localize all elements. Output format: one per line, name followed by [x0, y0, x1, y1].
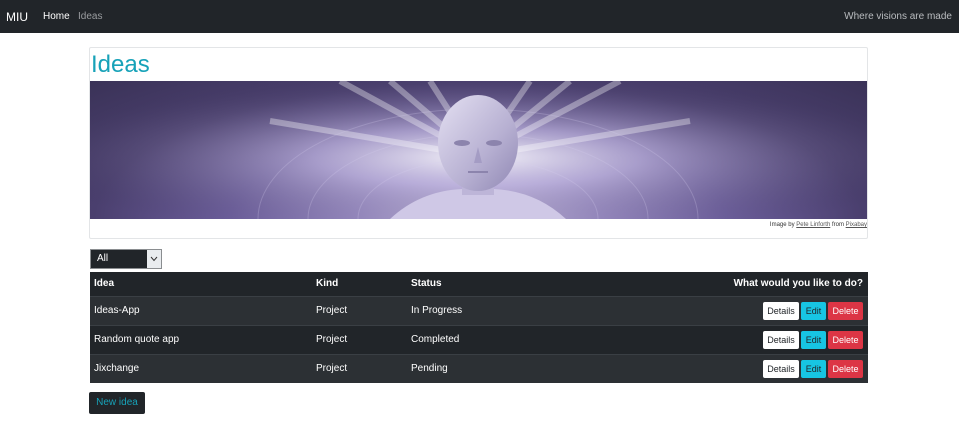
idea-name: Ideas-App — [94, 305, 140, 316]
kind-filter-select[interactable]: All — [90, 249, 162, 269]
ideas-header-card: Ideas Image by Pete Linforth from Pixaba… — [89, 47, 868, 239]
row-actions: Details Edit Delete — [617, 354, 868, 383]
idea-status: Pending — [411, 363, 448, 375]
hero-image — [90, 81, 867, 219]
table-header-row: Idea Kind Status What would you like to … — [90, 272, 868, 296]
table-row: Ideas-App Project In Progress Details Edi… — [90, 296, 868, 325]
nav-link-home[interactable]: Home — [43, 11, 70, 23]
row-actions: Details Edit Delete — [617, 325, 868, 354]
details-button[interactable]: Details — [763, 330, 799, 349]
column-header-actions: What would you like to do? — [733, 278, 863, 290]
delete-button[interactable]: Delete — [828, 301, 863, 320]
column-header-status: Status — [411, 278, 442, 290]
edit-button[interactable]: Edit — [801, 330, 826, 349]
ideas-table: Idea Kind Status What would you like to … — [90, 272, 868, 383]
new-idea-button[interactable]: New idea — [89, 392, 145, 414]
idea-kind: Project — [316, 363, 348, 375]
image-credit-prefix: Image by — [769, 222, 797, 228]
delete-button[interactable]: Delete — [828, 359, 863, 378]
image-credit-author-link[interactable]: Pete Linforth — [796, 222, 830, 228]
android-face-illustration — [90, 81, 867, 219]
chevron-down-icon[interactable] — [147, 250, 161, 268]
column-header-kind: Kind — [316, 278, 339, 290]
idea-kind: Project — [316, 305, 348, 316]
details-button[interactable]: Details — [763, 359, 799, 378]
edit-button[interactable]: Edit — [801, 359, 826, 378]
idea-name: Jixchange — [94, 363, 140, 375]
row-actions: Details Edit Delete — [617, 296, 868, 325]
image-credit: Image by Pete Linforth from Pixabay — [770, 221, 867, 229]
page-title: Ideas — [91, 51, 150, 78]
table-row: Jixchange Project Pending Details Edit Del… — [90, 354, 868, 383]
idea-status: Completed — [411, 334, 460, 345]
image-credit-middle: from — [830, 222, 846, 228]
brand-logo[interactable]: MIU — [6, 10, 28, 24]
navbar-tagline: Where visions are made — [844, 11, 952, 22]
table-row: Random quote app Project Completed Detai… — [90, 325, 868, 354]
image-credit-source-link[interactable]: Pixabay — [846, 222, 867, 228]
top-navbar: MIU Home Ideas Where visions are made — [0, 0, 959, 33]
nav-link-ideas[interactable]: Ideas — [78, 11, 102, 23]
delete-button[interactable]: Delete — [828, 330, 863, 349]
filter-selected-value: All — [97, 253, 109, 264]
details-button[interactable]: Details — [763, 301, 799, 320]
idea-kind: Project — [316, 334, 348, 345]
edit-button[interactable]: Edit — [801, 301, 826, 320]
idea-name: Random quote app — [94, 334, 180, 345]
idea-status: In Progress — [411, 305, 463, 316]
column-header-idea: Idea — [94, 278, 115, 290]
